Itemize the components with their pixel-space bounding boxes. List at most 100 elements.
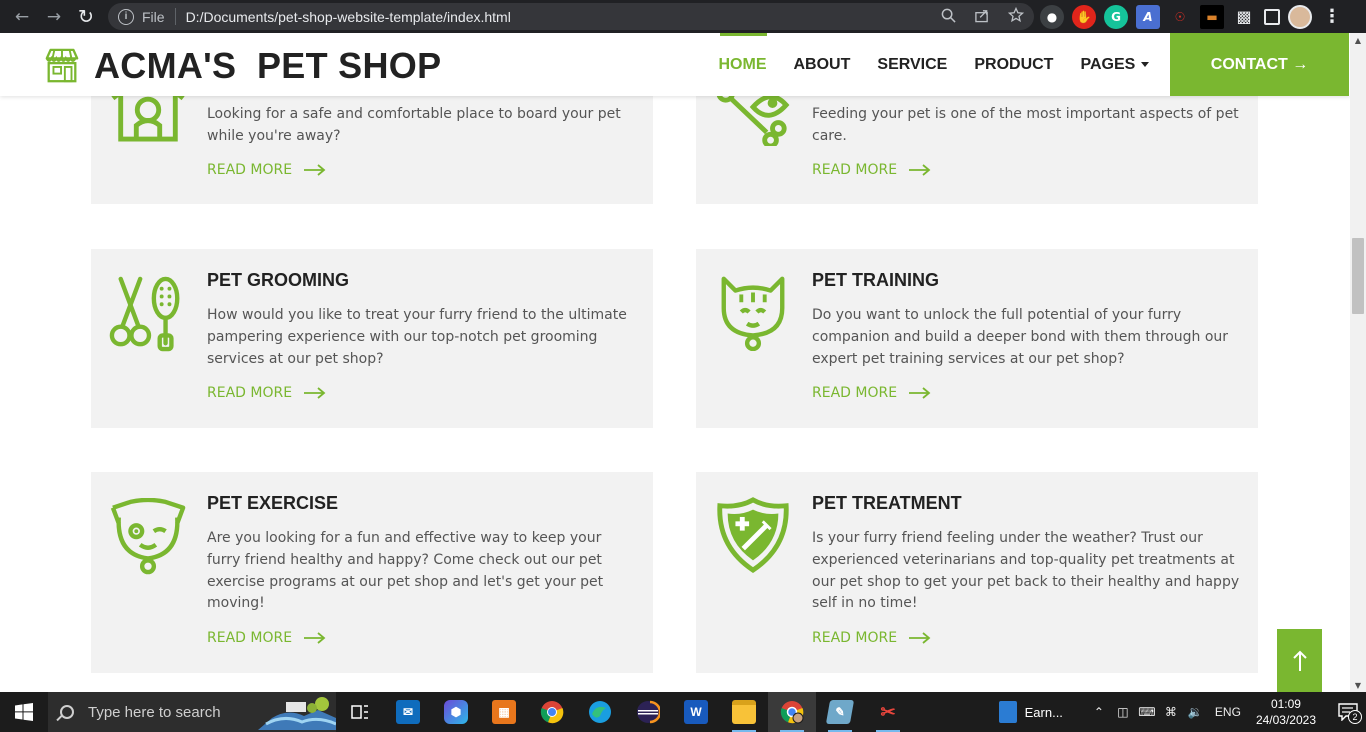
notification-center-button[interactable]: 2 [1330,692,1366,732]
read-more-link[interactable]: READ MORE [812,162,931,178]
zoom-search-icon[interactable] [941,8,956,26]
side-panel-icon[interactable] [1264,8,1280,25]
shop-logo-icon [45,48,79,83]
back-button[interactable]: ← [6,0,38,33]
read-more-label: READ MORE [812,385,898,401]
cast-extension-icon[interactable]: ☉ [1168,5,1192,29]
brand[interactable]: ACMA'S PET SHOP [43,45,441,87]
translate-extension-icon[interactable]: A [1136,4,1160,29]
cat-face-icon [721,276,785,351]
bookmark-star-icon[interactable] [1007,6,1025,26]
service-card-training: PET TRAINING Do you want to unlock the f… [696,249,1258,428]
read-more-label: READ MORE [207,385,293,401]
edge-app-icon[interactable] [576,692,624,732]
contact-button-label: CONTACT → [1210,55,1309,73]
search-highlight-illustration [258,697,336,730]
read-more-link[interactable]: READ MORE [207,385,326,401]
read-more-link[interactable]: READ MORE [207,162,326,178]
mail-app-icon[interactable]: ✉ [384,692,432,732]
service-card-text: How would you like to treat your furry f… [207,307,627,367]
word-app-icon[interactable]: W [672,692,720,732]
nav-about[interactable]: ABOUT [780,33,864,96]
office-app-icon[interactable]: ▦ [480,692,528,732]
service-card-treatment: PET TREATMENT Is your furry friend feeli… [696,472,1258,673]
snipping-tool-app-icon[interactable]: ✂ [864,692,912,732]
service-card-title: PET TRAINING [812,270,940,290]
share-icon[interactable] [974,8,990,26]
service-card-text: Do you want to unlock the full potential… [812,307,1229,367]
omnibox-divider [174,8,176,25]
clock-time: 01:09 [1270,697,1301,711]
scroll-thumb[interactable] [1352,238,1364,314]
notes-app-icon[interactable]: ✎ [816,692,864,732]
read-more-label: READ MORE [812,630,898,646]
spy-extension-icon[interactable]: ● [1040,4,1064,29]
read-more-link[interactable]: READ MORE [812,630,931,646]
grammarly-extension-icon[interactable]: G [1104,4,1128,29]
pinned-document[interactable]: Earn... [998,701,1063,723]
arrow-right-icon [304,164,326,176]
read-more-label: READ MORE [812,162,898,178]
medical-shield-icon [717,497,789,574]
arrow-up-icon [1292,650,1307,671]
nav-home[interactable]: HOME [705,33,780,96]
page-scrollbar[interactable]: ▲ ▼ [1350,33,1366,692]
reload-button[interactable]: ↻ [70,0,102,33]
service-card-text: Are you looking for a fun and effective … [207,530,604,612]
pinned-document-label: Earn... [1024,704,1063,720]
site-info-icon[interactable]: i [118,8,134,25]
service-card-text: Feeding your pet is one of the most impo… [812,106,1239,144]
volume-icon[interactable]: 🔉 [1186,705,1204,719]
scroll-up-arrow-icon[interactable]: ▲ [1350,33,1366,47]
windows-start-button[interactable] [0,692,48,732]
dark-extension-icon[interactable]: ▬ [1200,4,1224,29]
chrome-app-icon[interactable] [528,692,576,732]
copilot-app-icon[interactable]: ⬢ [432,692,480,732]
site-header: ACMA'S PET SHOP HOME ABOUT SERVICE PRODU… [0,33,1350,96]
chevron-up-icon[interactable]: ⌃ [1090,705,1108,719]
nav-product[interactable]: PRODUCT [961,33,1067,96]
search-icon [60,705,74,719]
eclipse-app-icon[interactable] [624,692,672,732]
nav-pages-dropdown[interactable]: PAGES [1067,33,1163,96]
main-nav: HOME ABOUT SERVICE PRODUCT PAGES [705,33,1163,96]
arrow-right-icon [909,164,931,176]
forward-button[interactable]: → [38,0,70,33]
document-app-icon [998,701,1017,723]
url-scheme-label: File [142,8,165,25]
brand-name: ACMA'S PET SHOP [94,45,442,86]
windows-logo-icon [15,703,33,721]
extensions-puzzle-icon[interactable]: ▩ [1232,5,1256,29]
wifi-icon[interactable]: ⌘ [1162,705,1180,719]
url-text[interactable]: D:/Documents/pet-shop-website-template/i… [186,9,511,25]
chrome-profile-app-icon[interactable] [768,692,816,732]
taskbar-search-placeholder: Type here to search [88,703,221,721]
clock[interactable]: 01:09 24/03/2023 [1256,696,1316,728]
nav-service[interactable]: SERVICE [864,33,961,96]
profile-avatar[interactable] [1288,4,1312,29]
extensions-bar: ● ✋ G A ☉ ▬ ▩ ⋮ [1040,4,1344,29]
input-method-icon[interactable]: ⌨ [1138,705,1156,719]
contact-button[interactable]: CONTACT → [1170,33,1349,96]
notification-count-badge: 2 [1348,710,1362,724]
browser-menu-icon[interactable]: ⋮ [1320,5,1344,29]
address-bar[interactable]: i File D:/Documents/pet-shop-website-tem… [108,3,1034,30]
service-card-title: PET TREATMENT [812,493,962,513]
adblock-extension-icon[interactable]: ✋ [1072,4,1096,29]
service-card-exercise: PET EXERCISE Are you looking for a fun a… [91,472,653,673]
language-indicator[interactable]: ENG [1215,705,1241,719]
task-view-icon[interactable] [336,692,384,732]
service-card-text: Looking for a safe and comfortable place… [207,106,621,144]
read-more-label: READ MORE [207,162,293,178]
read-more-link[interactable]: READ MORE [207,630,326,646]
arrow-right-icon [304,387,326,399]
battery-icon[interactable]: ◫ [1114,705,1132,719]
page-viewport: ACMA'S PET SHOP HOME ABOUT SERVICE PRODU… [0,33,1350,692]
back-to-top-button[interactable] [1277,629,1322,692]
windows-taskbar: Type here to search ✉ ⬢ ▦ W ✎ ✂ Earn... … [0,692,1366,732]
read-more-link[interactable]: READ MORE [812,385,931,401]
file-explorer-app-icon[interactable] [720,692,768,732]
taskbar-search-box[interactable]: Type here to search [48,692,336,732]
scroll-down-arrow-icon[interactable]: ▼ [1350,678,1366,692]
service-card-grooming: PET GROOMING How would you like to treat… [91,249,653,428]
